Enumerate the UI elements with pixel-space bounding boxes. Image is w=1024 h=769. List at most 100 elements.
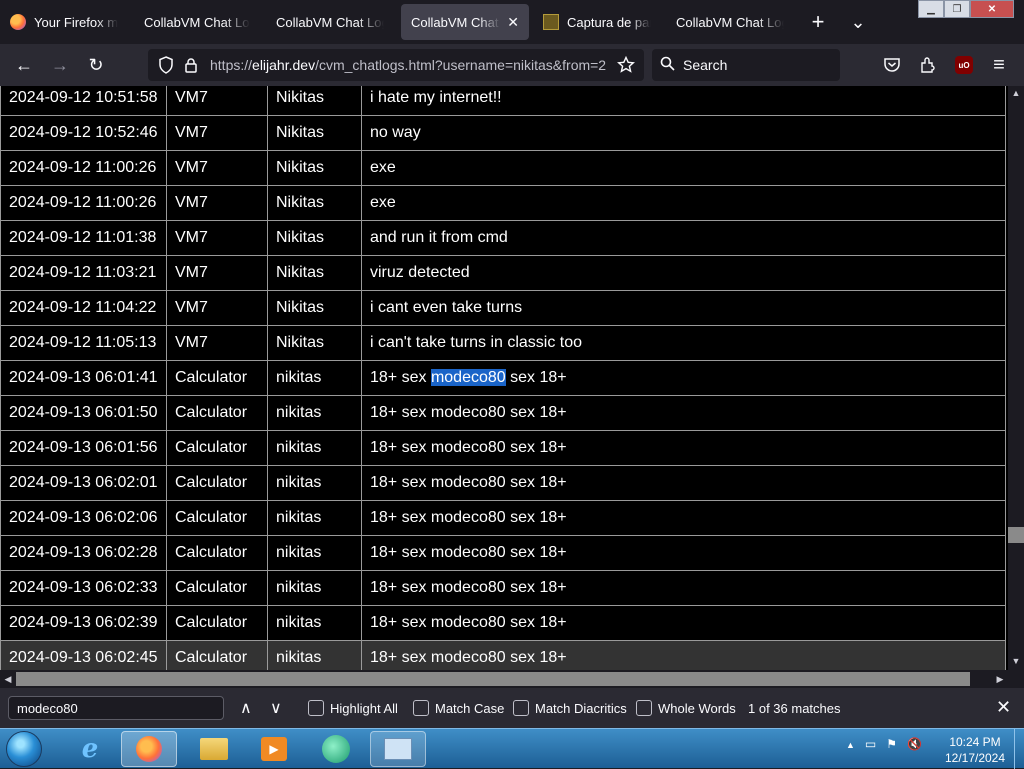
table-row: 2024-09-13 06:02:33 Calculator nikitas 18+ … <box>0 570 1006 606</box>
timestamp-cell: 2024-09-13 06:01:56 <box>0 430 167 466</box>
windows-taskbar: e ▶ ▲ ▭ ⚑ 🔇 10:24 PM 12/17/2024 <box>0 728 1024 769</box>
close-tab-icon[interactable]: ✕ <box>507 14 519 31</box>
media-player-taskbar-button[interactable]: ▶ <box>246 731 302 767</box>
url-path: /cvm_chatlogs.html?username=nikitas&from… <box>315 57 607 73</box>
tab-captura[interactable]: Captura de panta <box>533 4 661 40</box>
search-bar[interactable]: Search <box>652 49 840 81</box>
table-row: 2024-09-13 06:01:41 Calculator nikitas 18+ … <box>0 360 1006 396</box>
minimize-button[interactable]: ▁ <box>918 0 944 18</box>
timestamp-cell: 2024-09-13 06:02:06 <box>0 500 167 536</box>
vm-cell: VM7 <box>166 290 268 326</box>
username-cell: nikitas <box>267 395 362 431</box>
timestamp-cell: 2024-09-13 06:02:45 <box>0 640 167 670</box>
internet-explorer-icon: e <box>81 734 99 764</box>
vertical-scroll-thumb[interactable] <box>1008 526 1024 543</box>
vm-cell: Calculator <box>166 500 268 536</box>
internet-explorer-taskbar-button[interactable]: e <box>62 731 118 767</box>
username-cell: Nikitas <box>267 115 362 151</box>
username-cell: Nikitas <box>267 150 362 186</box>
taskbar-clock[interactable]: 10:24 PM 12/17/2024 <box>940 734 1010 766</box>
timestamp-cell: 2024-09-12 11:01:38 <box>0 220 167 256</box>
firefox-taskbar-button[interactable] <box>121 731 177 767</box>
table-row: 2024-09-13 06:01:56 Calculator nikitas 18+ … <box>0 430 1006 466</box>
bookmark-star-icon[interactable] <box>617 56 635 74</box>
control-panel-taskbar-button[interactable] <box>370 731 426 767</box>
image-icon <box>543 14 559 30</box>
horizontal-scrollbar[interactable]: ◀ ▶ <box>0 670 1024 688</box>
tab-label: Your Firefox may <box>34 14 118 30</box>
table-row: 2024-09-13 06:02:06 Calculator nikitas 18+ … <box>0 500 1006 536</box>
restore-button[interactable]: ❐ <box>944 0 970 18</box>
app-menu-button[interactable]: ≡ <box>984 51 1014 79</box>
close-find-bar-button[interactable]: ✕ <box>996 697 1011 718</box>
tab-chat-logs-1[interactable]: CollabVM Chat Logs <box>134 4 260 40</box>
match-diacritics-checkbox[interactable]: Match Diacritics <box>513 700 627 716</box>
tab-chat-logs-2[interactable]: CollabVM Chat Logs <box>266 4 394 40</box>
find-input[interactable] <box>8 696 224 720</box>
vm-cell: Calculator <box>166 605 268 641</box>
vm-cell: VM7 <box>166 185 268 221</box>
address-bar[interactable]: https://elijahr.dev/cvm_chatlogs.html?us… <box>148 49 644 81</box>
username-cell: nikitas <box>267 605 362 641</box>
app-taskbar-button[interactable] <box>308 731 364 767</box>
username-cell: nikitas <box>267 640 362 670</box>
action-center-flag-icon[interactable]: ⚑ <box>886 737 897 751</box>
tab-firefox-notice[interactable]: Your Firefox may <box>0 4 128 40</box>
network-icon[interactable]: ▭ <box>865 737 876 751</box>
reload-button[interactable]: ↻ <box>81 51 111 79</box>
checkbox-box[interactable] <box>513 700 529 716</box>
username-cell: nikitas <box>267 500 362 536</box>
back-button[interactable]: ← <box>9 51 39 79</box>
find-previous-button[interactable]: ∧ <box>240 698 252 718</box>
show-hidden-icons-button[interactable]: ▲ <box>846 737 855 751</box>
username-cell: nikitas <box>267 535 362 571</box>
page-content: 2024-09-12 10:51:58 VM7 Nikitas i hate my i… <box>0 86 1008 670</box>
search-icon <box>660 56 675 75</box>
whole-words-checkbox[interactable]: Whole Words <box>636 700 736 716</box>
scroll-right-arrow[interactable]: ▶ <box>992 670 1008 688</box>
checkbox-box[interactable] <box>308 700 324 716</box>
horizontal-scroll-thumb[interactable] <box>16 672 970 686</box>
url-text[interactable]: https://elijahr.dev/cvm_chatlogs.html?us… <box>210 57 616 73</box>
close-window-button[interactable]: ✕ <box>970 0 1014 18</box>
start-button[interactable] <box>6 731 42 767</box>
checkbox-box[interactable] <box>413 700 429 716</box>
extensions-icon[interactable] <box>919 56 937 74</box>
timestamp-cell: 2024-09-12 10:51:58 <box>0 86 167 116</box>
vm-cell: VM7 <box>166 115 268 151</box>
match-case-checkbox[interactable]: Match Case <box>413 700 504 716</box>
timestamp-cell: 2024-09-13 06:01:41 <box>0 360 167 396</box>
message-cell: 18+ sex modeco80 sex 18+ <box>361 395 1006 431</box>
new-tab-button[interactable]: + <box>804 8 832 36</box>
scroll-up-arrow[interactable]: ▲ <box>1008 86 1024 100</box>
vm-cell: Calculator <box>166 430 268 466</box>
whole-words-label: Whole Words <box>658 700 736 716</box>
file-explorer-taskbar-button[interactable] <box>186 731 242 767</box>
username-cell: Nikitas <box>267 86 362 116</box>
pocket-icon[interactable] <box>883 56 901 74</box>
username-cell: Nikitas <box>267 325 362 361</box>
table-row: 2024-09-12 10:52:46 VM7 Nikitas no way <box>0 115 1006 151</box>
tab-label: CollabVM Chat Lo <box>411 14 501 30</box>
site-info-shield-icon[interactable] <box>158 56 174 74</box>
highlight-all-checkbox[interactable]: Highlight All <box>308 700 398 716</box>
volume-muted-icon[interactable]: 🔇 <box>907 737 922 751</box>
highlight-all-label: Highlight All <box>330 700 398 716</box>
ublock-origin-icon[interactable]: uO <box>955 56 973 74</box>
show-desktop-button[interactable] <box>1014 729 1024 769</box>
lock-icon[interactable] <box>184 57 198 73</box>
message-cell: i cant even take turns <box>361 290 1006 326</box>
system-tray: ▲ ▭ ⚑ 🔇 <box>846 737 922 751</box>
scroll-down-arrow[interactable]: ▼ <box>1008 654 1024 668</box>
checkbox-box[interactable] <box>636 700 652 716</box>
find-next-button[interactable]: ∨ <box>270 698 282 718</box>
vertical-scrollbar[interactable]: ▲ ▼ <box>1008 86 1024 670</box>
timestamp-cell: 2024-09-12 10:52:46 <box>0 115 167 151</box>
match-case-label: Match Case <box>435 700 505 716</box>
list-all-tabs-button[interactable]: ⌄ <box>844 8 872 36</box>
tab-chat-logs-active[interactable]: CollabVM Chat Lo ✕ <box>401 4 529 40</box>
navigation-toolbar: ← → ↻ https://elijahr.dev/cvm_chatlogs.h… <box>0 44 1024 86</box>
tab-chat-logs-3[interactable]: CollabVM Chat Logs <box>666 4 794 40</box>
forward-button[interactable]: → <box>45 51 75 79</box>
scroll-left-arrow[interactable]: ◀ <box>0 670 16 688</box>
